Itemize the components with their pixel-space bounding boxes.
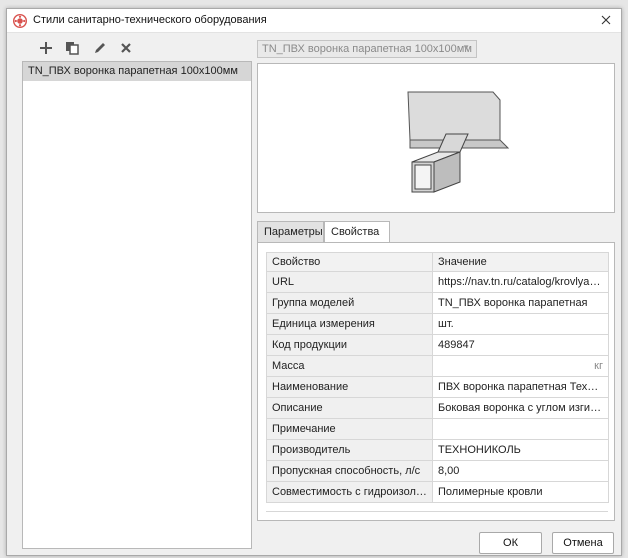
chevron-down-icon: ▼ xyxy=(462,43,470,52)
list-item[interactable]: TN_ПВХ воронка парапетная 100x100мм xyxy=(23,62,251,81)
property-value[interactable]: ПВХ воронка парапетная ТехноН... xyxy=(432,376,609,398)
property-value[interactable]: 8,00 xyxy=(432,460,609,482)
property-value[interactable]: шт. xyxy=(432,313,609,335)
property-value[interactable]: Боковая воронка с углом изгиба 9... xyxy=(432,397,609,419)
close-button[interactable] xyxy=(597,11,615,29)
property-key: Примечание xyxy=(266,418,433,440)
style-select-value: TN_ПВХ воронка парапетная 100x100мм xyxy=(262,43,472,55)
table-row[interactable]: Код продукции 489847 xyxy=(266,334,609,356)
model-preview xyxy=(257,63,615,213)
property-value[interactable] xyxy=(432,418,609,440)
copy-button[interactable] xyxy=(63,39,81,57)
unit-label: кг xyxy=(594,360,603,372)
property-key: Наименование xyxy=(266,376,433,398)
property-key: Код продукции xyxy=(266,334,433,356)
tab-parameters[interactable]: Параметры xyxy=(257,221,324,243)
table-row[interactable]: Группа моделей TN_ПВХ воронка парапетная xyxy=(266,292,609,314)
property-key: Единица измерения xyxy=(266,313,433,335)
style-select[interactable]: TN_ПВХ воронка парапетная 100x100мм ▼ xyxy=(257,40,477,58)
table-row[interactable]: Пропускная способность, л/с 8,00 xyxy=(266,460,609,482)
ok-button[interactable]: ОК xyxy=(479,532,542,554)
property-value[interactable]: TN_ПВХ воронка парапетная xyxy=(432,292,609,314)
copy-icon xyxy=(66,42,79,55)
styles-dialog: Стили санитарно-технического оборудовани… xyxy=(6,8,622,556)
app-logo-icon xyxy=(12,13,28,29)
property-key: Пропускная способность, л/с xyxy=(266,460,433,482)
column-header-property: Свойство xyxy=(266,252,433,272)
pencil-icon xyxy=(95,43,105,53)
property-key: Совместимость с гидроизоляци... xyxy=(266,481,433,503)
close-icon xyxy=(601,15,611,25)
property-key: Группа моделей xyxy=(266,292,433,314)
x-icon xyxy=(121,43,131,53)
drain-funnel-model-icon xyxy=(407,91,510,193)
table-row[interactable]: Описание Боковая воронка с углом изгиба 9… xyxy=(266,397,609,419)
styles-list[interactable]: TN_ПВХ воронка парапетная 100x100мм xyxy=(22,61,252,549)
tab-properties[interactable]: Свойства xyxy=(324,221,390,244)
window-title: Стили санитарно-технического оборудовани… xyxy=(33,14,267,26)
property-value[interactable]: https://nav.tn.ru/catalog/krovlya/k... xyxy=(432,271,609,293)
table-bottom-divider xyxy=(266,511,608,512)
table-row[interactable]: URL https://nav.tn.ru/catalog/krovlya/k..… xyxy=(266,271,609,293)
table-row[interactable]: Наименование ПВХ воронка парапетная Техно… xyxy=(266,376,609,398)
property-value[interactable]: Полимерные кровли xyxy=(432,481,609,503)
add-button[interactable] xyxy=(37,39,55,57)
table-header-row: Свойство Значение xyxy=(266,252,609,272)
delete-button[interactable] xyxy=(117,39,135,57)
table-row[interactable]: Производитель ТЕХНОНИКОЛЬ xyxy=(266,439,609,461)
property-key: Производитель xyxy=(266,439,433,461)
property-key: Масса xyxy=(266,355,433,377)
properties-table: Свойство Значение URL https://nav.tn.ru/c… xyxy=(266,252,609,503)
cancel-button[interactable]: Отмена xyxy=(552,532,614,554)
property-value[interactable]: ТЕХНОНИКОЛЬ xyxy=(432,439,609,461)
table-row[interactable]: Масса кг xyxy=(266,355,609,377)
property-value[interactable]: 489847 xyxy=(432,334,609,356)
table-row[interactable]: Примечание xyxy=(266,418,609,440)
column-header-value: Значение xyxy=(432,252,609,272)
table-row[interactable]: Единица измерения шт. xyxy=(266,313,609,335)
edit-button[interactable] xyxy=(91,39,109,57)
styles-toolbar xyxy=(7,35,247,61)
property-value[interactable]: кг xyxy=(432,355,609,377)
table-row[interactable]: Совместимость с гидроизоляци... Полимерны… xyxy=(266,481,609,503)
property-key: URL xyxy=(266,271,433,293)
property-key: Описание xyxy=(266,397,433,419)
properties-panel: Свойство Значение URL https://nav.tn.ru/c… xyxy=(257,242,615,521)
plus-icon xyxy=(40,42,52,54)
title-bar: Стили санитарно-технического оборудовани… xyxy=(7,9,621,33)
